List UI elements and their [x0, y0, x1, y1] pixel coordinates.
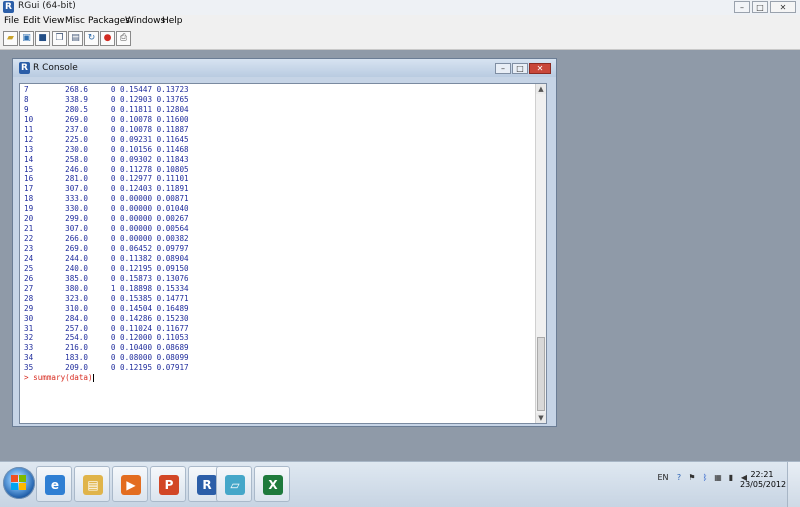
minimize-button[interactable]: –: [734, 1, 750, 13]
console-line: 14 258.0 0 0.09302 0.11843: [24, 154, 189, 164]
windows-explorer-icon: ▤: [83, 475, 103, 495]
console-line: 7 268.6 0 0.15447 0.13723: [24, 85, 189, 94]
menu-view[interactable]: View: [43, 16, 64, 26]
text-cursor: [92, 374, 94, 383]
copy-paste-icon[interactable]: ↻: [84, 31, 99, 46]
windows-logo-icon: [11, 475, 27, 491]
notepad-app-icon: ▱: [225, 475, 245, 495]
clock-date: 23/05/2012: [740, 480, 787, 489]
console-line: 8 338.9 0 0.12903 0.13765: [24, 94, 189, 104]
console-line: 26 385.0 0 0.15873 0.13076: [24, 273, 189, 283]
r-console-window: R R Console – □ ✕ 7 268.6 0 0.15447 0.13…: [12, 58, 557, 427]
console-scrollbar[interactable]: ▲ ▼: [535, 84, 546, 423]
close-button[interactable]: ✕: [770, 1, 796, 13]
internet-explorer-icon: e: [45, 475, 65, 495]
stop-icon[interactable]: ●: [100, 31, 115, 46]
print-icon[interactable]: ⎙: [116, 31, 131, 46]
console-line: 9 280.5 0 0.11811 0.12804: [24, 104, 189, 114]
open-script-icon[interactable]: ▰: [3, 31, 18, 46]
r-logo-icon: R: [3, 1, 14, 13]
console-prompt-line[interactable]: > summary(data): [24, 373, 536, 383]
menu-file[interactable]: File: [4, 16, 19, 26]
network-icon[interactable]: ▦: [713, 473, 723, 483]
console-line: 20 299.0 0 0.00000 0.00267: [24, 214, 189, 224]
console-line: 31 257.0 0 0.11024 0.11677: [24, 323, 189, 333]
media-player-icon: ▶: [121, 475, 141, 495]
bluetooth-icon[interactable]: ᛒ: [700, 473, 710, 483]
console-title: R Console: [33, 63, 78, 73]
console-line: 19 330.0 0 0.00000 0.01040: [24, 204, 189, 214]
windows-taskbar: e ▤ ▶ P R ▱ X EN ? ⚑ ᛒ ▦ ▮ ◀ 22:21 23/05/2012: [0, 461, 800, 507]
console-maximize-button[interactable]: □: [512, 63, 528, 74]
console-line: 24 244.0 0 0.11382 0.08904: [24, 253, 189, 263]
console-prompt-text: > summary(data): [24, 373, 93, 383]
rgui-app-window: R RGui (64-bit) – □ ✕ File Edit View Mis…: [0, 0, 800, 461]
taskbar-windows-explorer[interactable]: ▤: [74, 466, 110, 502]
console-line: 28 323.0 0 0.15385 0.14771: [24, 293, 189, 303]
menu-windows[interactable]: Windows: [125, 16, 165, 26]
console-line: 23 269.0 0 0.06452 0.09797: [24, 244, 189, 253]
toolbar: ▰ ▣ ■ ❐ ▤ ↻ ● ⎙: [0, 29, 800, 50]
copy-icon[interactable]: ❐: [52, 31, 67, 46]
menu-help[interactable]: Help: [162, 16, 183, 26]
console-output-area[interactable]: 7 268.6 0 0.15447 0.13723 8 338.9 0 0.129…: [19, 83, 547, 424]
app-title: RGui (64-bit): [18, 1, 76, 11]
console-line: 33 216.0 0 0.10400 0.08689: [24, 343, 189, 353]
language-indicator[interactable]: EN: [656, 473, 670, 483]
scroll-down-icon[interactable]: ▼: [536, 413, 546, 423]
menu-packages[interactable]: Packages: [88, 16, 130, 26]
scroll-thumb[interactable]: [537, 337, 545, 411]
console-line: 25 240.0 0 0.12195 0.09150: [24, 263, 189, 273]
start-button[interactable]: [3, 467, 35, 499]
console-minimize-button[interactable]: –: [495, 63, 511, 74]
console-output-lines: 7 268.6 0 0.15447 0.13723 8 338.9 0 0.129…: [24, 85, 536, 383]
r-logo-icon: R: [19, 62, 30, 74]
console-line: 15 246.0 0 0.11278 0.10805: [24, 164, 189, 174]
flag-icon[interactable]: ⚑: [687, 473, 697, 483]
console-line: 27 380.0 1 0.18898 0.15334: [24, 283, 189, 293]
clock[interactable]: 22:21 23/05/2012: [740, 470, 787, 490]
console-line: 21 307.0 0 0.00000 0.00564: [24, 224, 189, 234]
console-line: 17 307.0 0 0.12403 0.11891: [24, 184, 189, 194]
console-line: 10 269.0 0 0.10078 0.11600: [24, 114, 189, 124]
show-desktop-button[interactable]: [787, 462, 800, 507]
maximize-button[interactable]: □: [752, 1, 768, 13]
help-icon[interactable]: ?: [674, 473, 684, 483]
paste-icon[interactable]: ▤: [68, 31, 83, 46]
app-title-bar: R RGui (64-bit) – □ ✕: [0, 0, 800, 16]
menu-bar: File Edit View Misc Packages Windows Hel…: [0, 15, 800, 29]
excel-icon: X: [263, 475, 283, 495]
console-close-button[interactable]: ✕: [529, 63, 551, 74]
save-workspace-icon[interactable]: ■: [35, 31, 50, 46]
load-workspace-icon[interactable]: ▣: [19, 31, 34, 46]
console-line: 12 225.0 0 0.09231 0.11645: [24, 134, 189, 144]
console-line: 22 266.0 0 0.00000 0.00382: [24, 234, 189, 244]
clock-time: 22:21: [750, 470, 774, 479]
scroll-up-icon[interactable]: ▲: [536, 84, 546, 94]
console-line: 32 254.0 0 0.12000 0.11053: [24, 333, 189, 343]
console-line: 35 209.0 0 0.12195 0.07917: [24, 363, 189, 373]
console-line: 13 230.0 0 0.10156 0.11468: [24, 144, 189, 154]
console-line: 16 281.0 0 0.12977 0.11101: [24, 174, 189, 184]
taskbar-internet-explorer[interactable]: e: [36, 466, 72, 502]
taskbar-powerpoint[interactable]: P: [150, 466, 186, 502]
console-line: 30 284.0 0 0.14286 0.15230: [24, 313, 189, 323]
console-line: 29 310.0 0 0.14504 0.16489: [24, 303, 189, 313]
console-line: 34 183.0 0 0.08000 0.08099: [24, 353, 189, 363]
power-icon[interactable]: ▮: [726, 473, 736, 483]
powerpoint-icon: P: [159, 475, 179, 495]
console-title-bar: R R Console – □ ✕: [13, 59, 556, 77]
rgui-icon: R: [197, 475, 217, 495]
menu-misc[interactable]: Misc: [65, 16, 85, 26]
console-line: 11 237.0 0 0.10078 0.11887: [24, 124, 189, 134]
taskbar-excel[interactable]: X: [254, 466, 290, 502]
taskbar-media-player[interactable]: ▶: [112, 466, 148, 502]
menu-edit[interactable]: Edit: [23, 16, 40, 26]
taskbar-notepad-app[interactable]: ▱: [216, 466, 252, 502]
console-line: 18 333.0 0 0.00000 0.00871: [24, 194, 189, 204]
